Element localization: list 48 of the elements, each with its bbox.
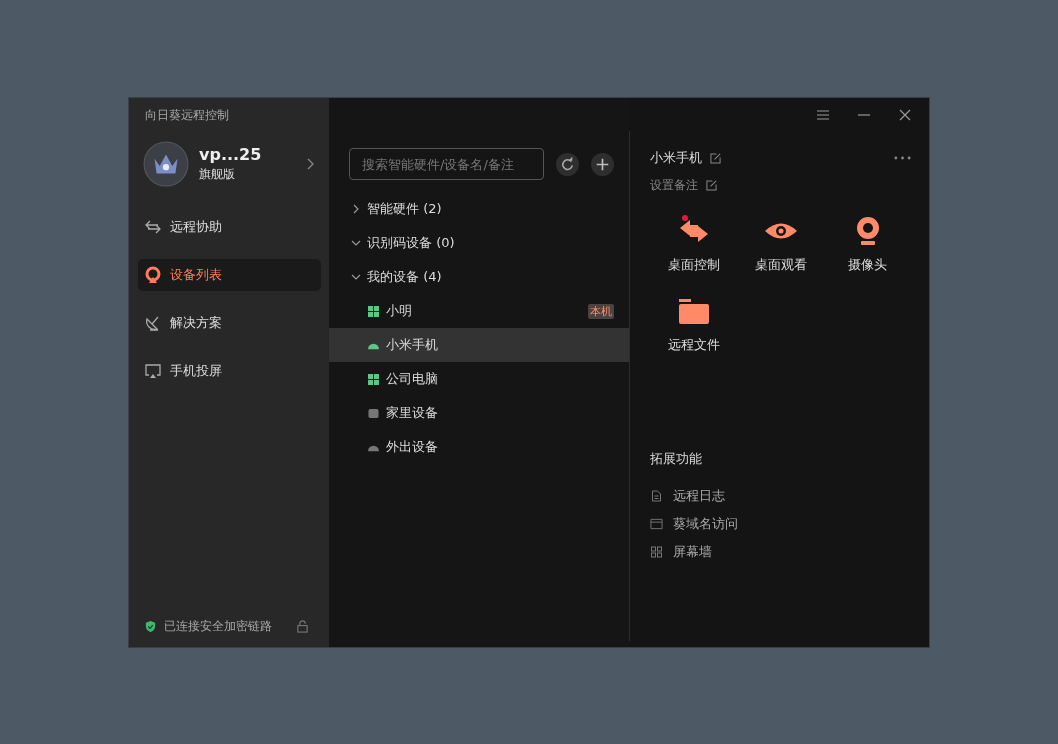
chevron-down-icon bbox=[351, 238, 361, 248]
devices-icon bbox=[144, 266, 162, 284]
device-item[interactable]: 公司电脑 bbox=[329, 362, 629, 396]
connection-status: 已连接安全加密链路 bbox=[164, 618, 273, 635]
add-icon[interactable] bbox=[591, 152, 614, 176]
edit-icon[interactable] bbox=[706, 180, 717, 191]
action-tile[interactable]: 远程文件 bbox=[650, 296, 737, 354]
device-item[interactable]: 外出设备 bbox=[329, 430, 629, 464]
refresh-icon[interactable] bbox=[556, 152, 579, 176]
user-name: vp...25 bbox=[199, 145, 263, 164]
action-tile[interactable]: 摄像头 bbox=[824, 216, 911, 274]
crown-avatar-icon[interactable] bbox=[143, 141, 189, 187]
document-icon bbox=[650, 490, 663, 502]
search-field[interactable]: 搜索智能硬件/设备名/备注 bbox=[349, 148, 544, 180]
extension-item[interactable]: 葵域名访问 bbox=[650, 510, 909, 538]
browser-window-icon bbox=[650, 518, 663, 530]
nav-item[interactable]: 手机投屏 bbox=[138, 355, 321, 387]
chevron-right-icon bbox=[351, 204, 361, 214]
device-item[interactable]: 小明 本机 bbox=[329, 294, 629, 328]
device-group[interactable]: 智能硬件 (2) bbox=[329, 192, 629, 226]
device-item[interactable]: 小米手机 bbox=[329, 328, 629, 362]
plan-label: 旗舰版 bbox=[199, 166, 236, 183]
chevron-right-icon[interactable] bbox=[307, 158, 315, 170]
extension-item[interactable]: 远程日志 bbox=[650, 482, 909, 510]
edit-icon[interactable] bbox=[710, 152, 721, 164]
nav-item[interactable]: 设备列表 bbox=[138, 259, 321, 291]
action-tile[interactable]: 桌面控制 bbox=[650, 216, 737, 274]
window-title: 向日葵远程控制 bbox=[144, 107, 230, 124]
chevron-down-icon bbox=[351, 272, 361, 282]
device-group[interactable]: 识别码设备 (0) bbox=[329, 226, 629, 260]
device-item[interactable]: 家里设备 bbox=[329, 396, 629, 430]
close-icon[interactable] bbox=[898, 107, 912, 122]
nav-item[interactable]: 解决方案 bbox=[138, 307, 321, 339]
local-device-tag: 本机 bbox=[588, 303, 614, 319]
nav-item[interactable]: 远程协助 bbox=[138, 211, 321, 243]
screen-cast-icon bbox=[144, 362, 162, 380]
action-tile[interactable]: 桌面观看 bbox=[737, 216, 824, 274]
extension-item[interactable]: 屏幕墙 bbox=[650, 538, 909, 566]
section-title: 拓展功能 bbox=[650, 450, 703, 468]
grid-icon bbox=[650, 546, 663, 558]
note-label[interactable]: 设置备注 bbox=[650, 177, 698, 194]
swap-arrows-icon bbox=[144, 218, 162, 236]
device-name: 小米手机 bbox=[650, 149, 702, 167]
unlock-icon[interactable] bbox=[296, 620, 309, 633]
menu-icon[interactable] bbox=[816, 107, 830, 122]
device-group[interactable]: 我的设备 (4) bbox=[329, 260, 629, 294]
shield-check-icon bbox=[144, 620, 157, 633]
more-icon[interactable] bbox=[894, 156, 911, 160]
